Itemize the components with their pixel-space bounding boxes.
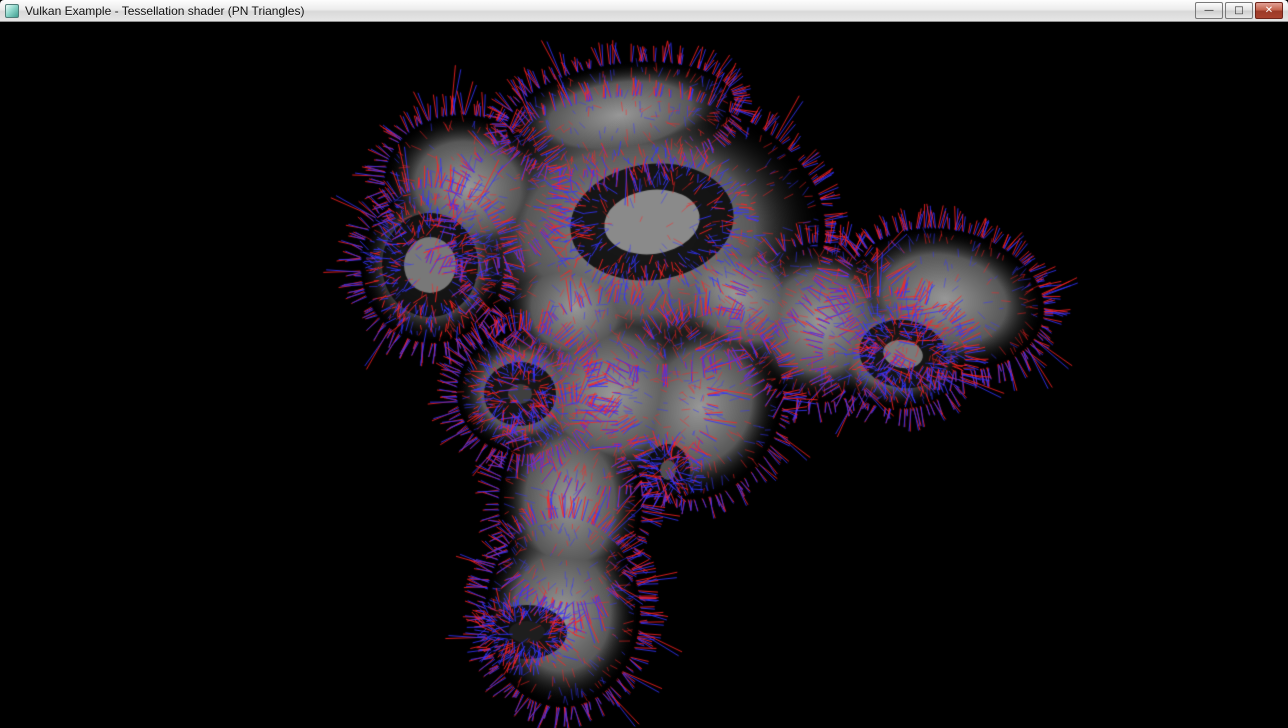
render-viewport <box>0 22 1288 728</box>
close-button[interactable]: ✕ <box>1255 2 1283 19</box>
title-bar[interactable]: Vulkan Example - Tessellation shader (PN… <box>0 0 1288 22</box>
viewport-canvas[interactable] <box>0 22 1288 728</box>
minimize-button[interactable]: — <box>1195 2 1223 19</box>
application-window: Vulkan Example - Tessellation shader (PN… <box>0 0 1288 728</box>
app-icon[interactable] <box>5 4 19 18</box>
window-title: Vulkan Example - Tessellation shader (PN… <box>25 4 304 18</box>
maximize-button[interactable]: □ <box>1225 2 1253 19</box>
window-controls: — □ ✕ <box>1195 2 1283 19</box>
